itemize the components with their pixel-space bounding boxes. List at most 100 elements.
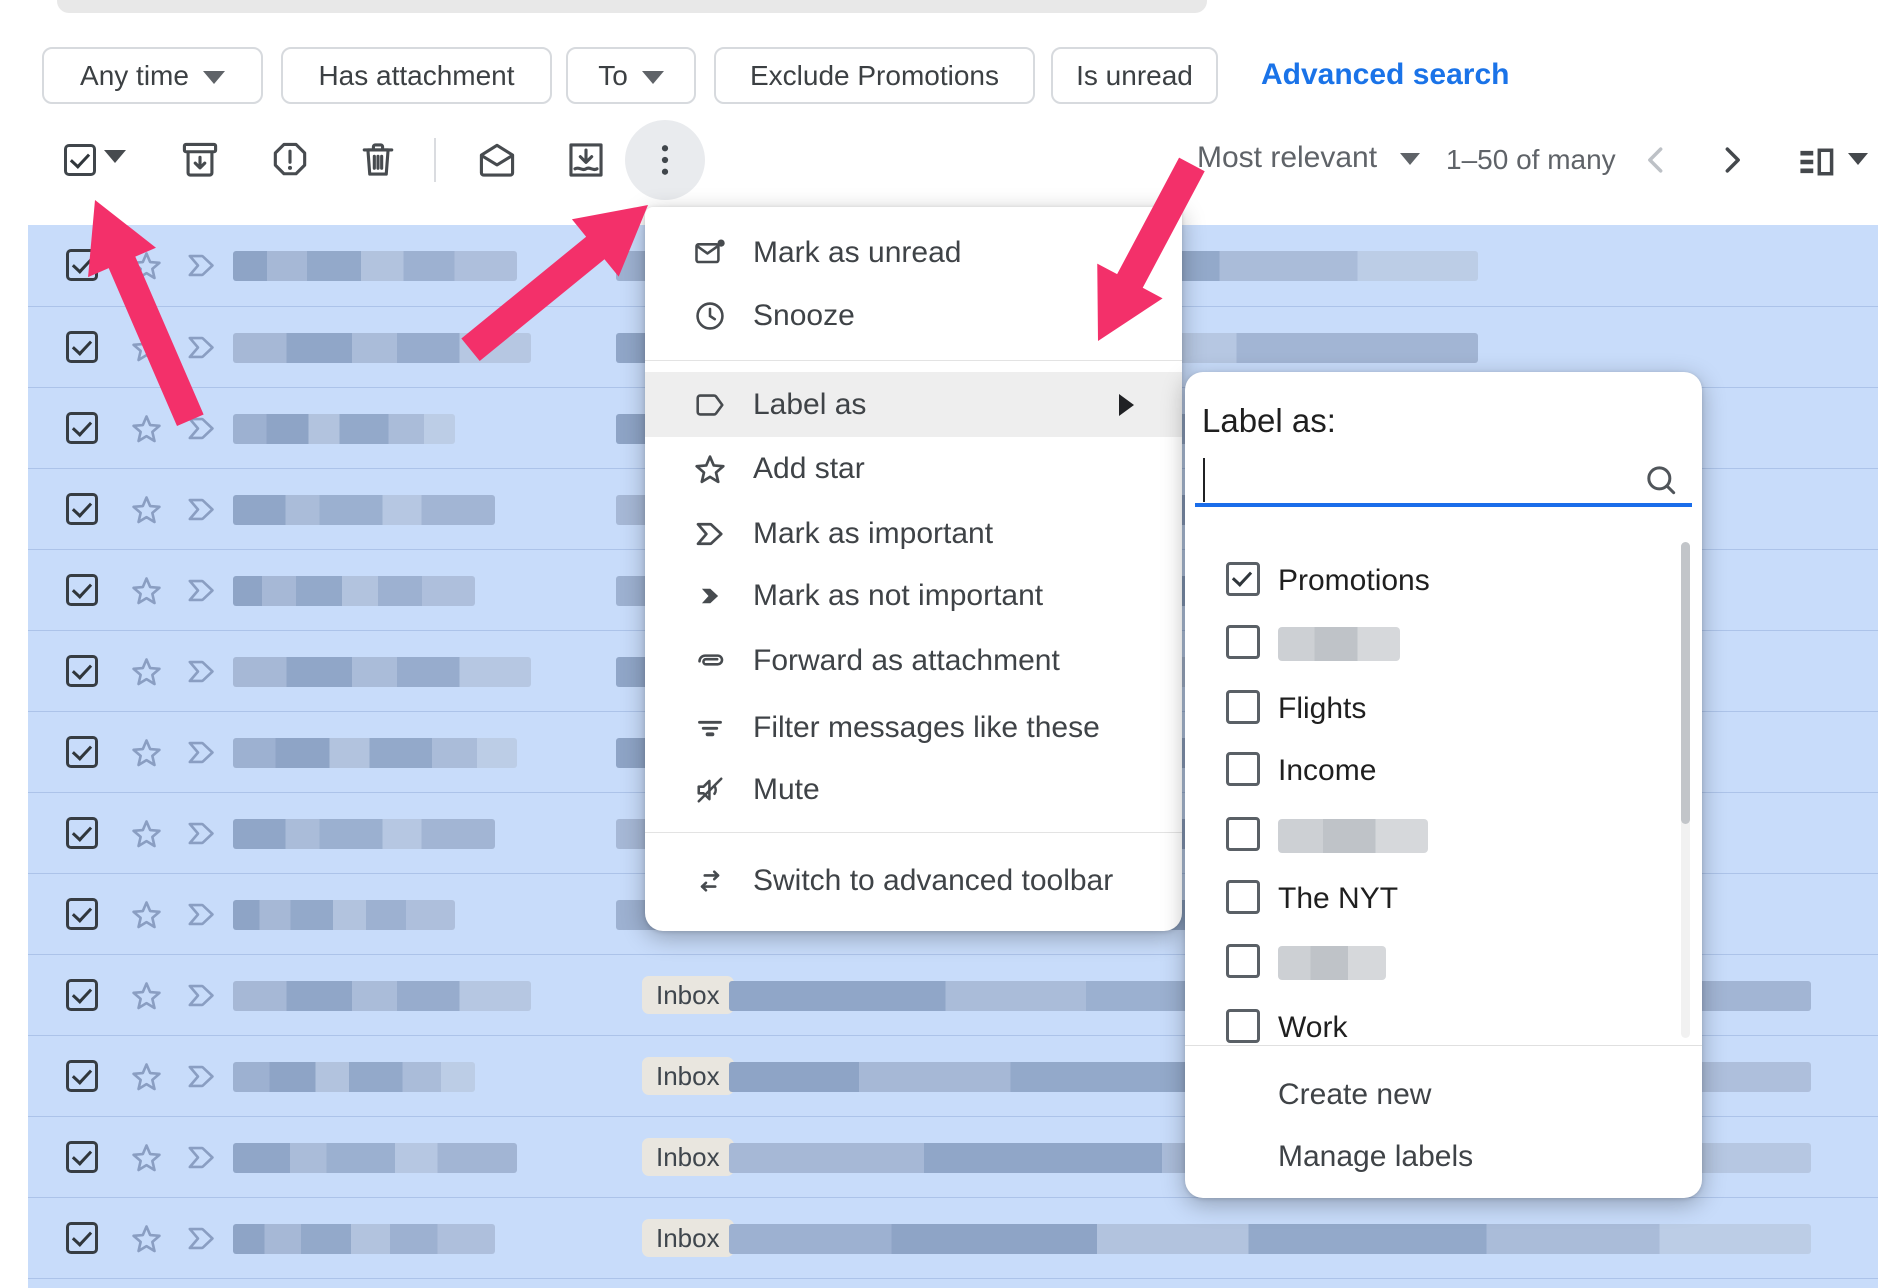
filter-chip-to[interactable]: To bbox=[566, 47, 696, 104]
advanced-search-link[interactable]: Advanced search bbox=[1261, 58, 1509, 92]
importance-marker-icon[interactable] bbox=[184, 1059, 219, 1094]
star-icon[interactable] bbox=[129, 654, 164, 689]
menu-item-mark-as-unread[interactable]: Mark as unread bbox=[645, 221, 1182, 284]
menu-item-label: Label as bbox=[753, 388, 866, 422]
previous-page-button[interactable] bbox=[1636, 140, 1676, 180]
row-checkbox[interactable] bbox=[66, 736, 98, 768]
select-dropdown-icon[interactable] bbox=[104, 150, 126, 163]
row-checkbox[interactable] bbox=[66, 817, 98, 849]
row-checkbox[interactable] bbox=[66, 898, 98, 930]
label-checkbox[interactable] bbox=[1226, 944, 1260, 978]
menu-item-switch-toolbar[interactable]: Switch to advanced toolbar bbox=[645, 849, 1182, 912]
label-option-redacted[interactable] bbox=[1185, 621, 1702, 667]
importance-marker-icon[interactable] bbox=[184, 897, 219, 932]
chevron-down-icon[interactable] bbox=[1848, 153, 1868, 165]
label-option-income[interactable]: Income bbox=[1185, 748, 1702, 794]
row-checkbox[interactable] bbox=[66, 493, 98, 525]
menu-item-add-star[interactable]: Add star bbox=[645, 437, 1182, 500]
importance-marker-icon[interactable] bbox=[184, 735, 219, 770]
star-icon[interactable] bbox=[129, 573, 164, 608]
importance-marker-icon[interactable] bbox=[184, 978, 219, 1013]
importance-marker-icon[interactable] bbox=[184, 492, 219, 527]
importance-marker-icon[interactable] bbox=[184, 816, 219, 851]
delete-button[interactable] bbox=[356, 138, 400, 182]
select-all-checkbox[interactable] bbox=[64, 144, 96, 176]
menu-item-snooze[interactable]: Snooze bbox=[645, 284, 1182, 347]
label-search-input[interactable] bbox=[1215, 456, 1635, 504]
label-option-redacted[interactable] bbox=[1185, 813, 1702, 859]
importance-marker-icon[interactable] bbox=[184, 654, 219, 689]
star-icon[interactable] bbox=[129, 816, 164, 851]
star-icon[interactable] bbox=[129, 411, 164, 446]
archive-button[interactable] bbox=[178, 138, 222, 182]
sort-dropdown[interactable]: Most relevant bbox=[1197, 141, 1377, 175]
label-checkbox[interactable] bbox=[1226, 562, 1260, 596]
star-icon[interactable] bbox=[129, 735, 164, 770]
scrollbar-thumb[interactable] bbox=[1681, 542, 1690, 824]
star-icon[interactable] bbox=[129, 1140, 164, 1175]
row-checkbox[interactable] bbox=[66, 1222, 98, 1254]
manage-labels-button[interactable]: Manage labels bbox=[1278, 1135, 1473, 1179]
star-icon[interactable] bbox=[129, 1221, 164, 1256]
row-checkbox[interactable] bbox=[66, 655, 98, 687]
filter-chip-has-attachment[interactable]: Has attachment bbox=[281, 47, 552, 104]
label-option-promotions[interactable]: Promotions bbox=[1185, 558, 1702, 604]
label-checkbox[interactable] bbox=[1226, 880, 1260, 914]
next-page-icon bbox=[1712, 140, 1752, 180]
row-checkbox[interactable] bbox=[66, 1060, 98, 1092]
move-to-button[interactable] bbox=[564, 138, 608, 182]
label-option-flights[interactable]: Flights bbox=[1185, 686, 1702, 732]
create-new-label-button[interactable]: Create new bbox=[1278, 1073, 1431, 1117]
more-options-button[interactable] bbox=[625, 120, 705, 200]
label-checkbox[interactable] bbox=[1226, 752, 1260, 786]
star-icon[interactable] bbox=[129, 330, 164, 365]
filter-chip-is-unread[interactable]: Is unread bbox=[1051, 47, 1218, 104]
star-icon[interactable] bbox=[129, 492, 164, 527]
row-checkbox[interactable] bbox=[66, 1141, 98, 1173]
report-spam-button[interactable] bbox=[268, 138, 312, 182]
star-icon[interactable] bbox=[129, 978, 164, 1013]
filter-chip-exclude-promotions[interactable]: Exclude Promotions bbox=[714, 47, 1035, 104]
filter-chip-any-time[interactable]: Any time bbox=[42, 47, 263, 104]
label-option-redacted[interactable] bbox=[1185, 940, 1702, 986]
label-as-submenu: Label as: Promotions Flights Income The … bbox=[1185, 372, 1702, 1198]
email-row[interactable]: Inbox bbox=[28, 1197, 1878, 1278]
star-icon bbox=[692, 451, 728, 487]
star-icon[interactable] bbox=[129, 1059, 164, 1094]
menu-item-mark-as-not-important[interactable]: Mark as not important bbox=[645, 564, 1182, 627]
importance-marker-icon[interactable] bbox=[184, 573, 219, 608]
next-page-button[interactable] bbox=[1712, 140, 1752, 180]
star-icon[interactable] bbox=[129, 897, 164, 932]
label-checkbox[interactable] bbox=[1226, 1009, 1260, 1043]
redacted-sender bbox=[233, 333, 531, 363]
importance-marker-icon[interactable] bbox=[184, 411, 219, 446]
row-checkbox[interactable] bbox=[66, 412, 98, 444]
label-icon bbox=[692, 387, 728, 423]
paperclip-icon bbox=[692, 643, 728, 679]
row-checkbox[interactable] bbox=[66, 249, 98, 281]
split-pane-toggle[interactable] bbox=[1794, 140, 1838, 184]
chevron-down-icon[interactable] bbox=[1400, 153, 1420, 165]
submenu-arrow-icon bbox=[1119, 394, 1134, 416]
label-checkbox[interactable] bbox=[1226, 625, 1260, 659]
star-icon[interactable] bbox=[129, 248, 164, 283]
importance-marker-icon[interactable] bbox=[184, 330, 219, 365]
menu-item-filter-messages[interactable]: Filter messages like these bbox=[645, 696, 1182, 759]
label-checkbox[interactable] bbox=[1226, 690, 1260, 724]
importance-marker-icon[interactable] bbox=[184, 1221, 219, 1256]
label-option-the-nyt[interactable]: The NYT bbox=[1185, 876, 1702, 922]
menu-item-mute[interactable]: Mute bbox=[645, 758, 1182, 821]
menu-item-label-as[interactable]: Label as bbox=[645, 372, 1182, 437]
importance-marker-icon[interactable] bbox=[184, 248, 219, 283]
menu-item-forward-as-attachment[interactable]: Forward as attachment bbox=[645, 629, 1182, 692]
menu-item-mark-as-important[interactable]: Mark as important bbox=[645, 502, 1182, 565]
important-icon bbox=[692, 516, 728, 552]
row-checkbox[interactable] bbox=[66, 574, 98, 606]
row-checkbox[interactable] bbox=[66, 979, 98, 1011]
mark-unread-icon bbox=[692, 235, 728, 271]
label-checkbox[interactable] bbox=[1226, 817, 1260, 851]
search-icon[interactable] bbox=[1641, 460, 1681, 500]
importance-marker-icon[interactable] bbox=[184, 1140, 219, 1175]
row-checkbox[interactable] bbox=[66, 331, 98, 363]
mark-as-read-button[interactable] bbox=[475, 138, 519, 182]
